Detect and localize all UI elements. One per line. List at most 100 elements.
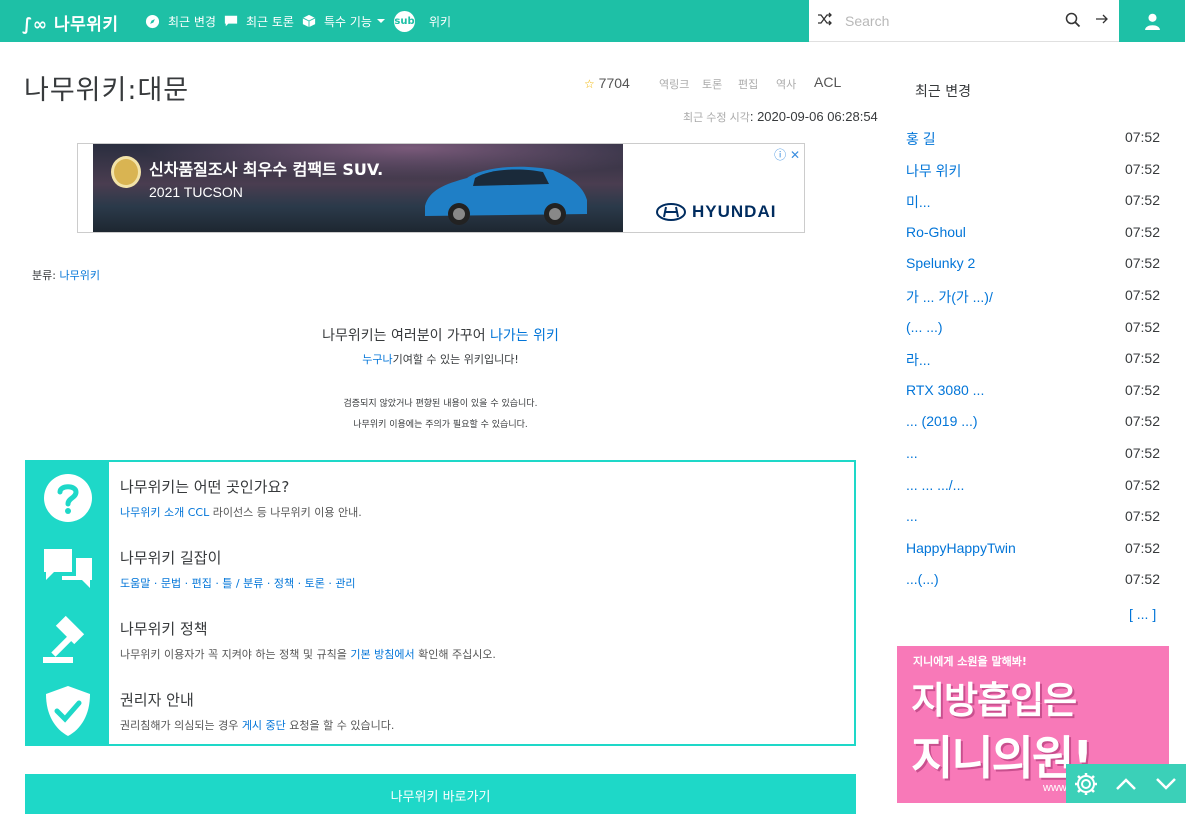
star-count: 7704 [598, 75, 630, 91]
recent-change-link[interactable]: ... ... .../... [906, 477, 964, 493]
comment-icon [224, 15, 238, 27]
recent-change-link[interactable]: Ro-Ghoul [906, 224, 966, 240]
recent-change-link[interactable]: 홍 길 [906, 129, 936, 149]
ccl-link[interactable]: CCL [188, 506, 210, 519]
recent-change-link[interactable]: RTX 3080 ... [906, 382, 984, 398]
recent-change-item: ... (2019 ...) 07:52 [906, 411, 1160, 443]
recent-change-time: 07:52 [1124, 192, 1160, 209]
ad-close-icon[interactable]: ⓘ ✕ [774, 146, 800, 163]
arrow-right-icon[interactable] [1095, 12, 1109, 26]
info-desc-policy: 나무위키 이용자가 꼭 지켜야 하는 정책 및 규칙을 기본 방침에서 확인해 … [120, 648, 496, 661]
notice-line-1: 검증되지 않았거나 편향된 내용이 있을 수 있습니다. [343, 399, 538, 409]
side-ad-headline-2: 지니의원! [911, 731, 1093, 785]
hyundai-logo-icon [656, 203, 686, 221]
recent-change-time: 07:52 [1124, 413, 1160, 430]
recent-change-item: RTX 3080 ... 07:52 [906, 380, 1160, 412]
recent-change-item: 나무 위키 07:52 [906, 159, 1160, 191]
info-title-guide: 나무위키 길잡이 [120, 549, 222, 567]
acl-button[interactable]: ACL [814, 74, 841, 90]
floating-controls [1066, 764, 1186, 803]
info-title-rights: 권리자 안내 [120, 691, 194, 709]
caret-down-icon [376, 19, 385, 23]
history-button[interactable]: 역사 [776, 76, 796, 92]
recent-change-time: 07:52 [1124, 160, 1160, 177]
recent-change-link[interactable]: HappyHappyTwin [906, 540, 1016, 556]
recent-change-time: 07:52 [1124, 508, 1160, 525]
last-modified-value: 2020-09-06 06:28:54 [757, 109, 878, 124]
ad-brand: HYUNDAI [656, 202, 776, 222]
subwiki-logo-icon: sub [394, 10, 415, 32]
recent-change-link[interactable]: ...(...) [906, 571, 939, 587]
last-modified-label: 최근 수정 시각 [683, 112, 750, 124]
search-icon[interactable] [1065, 12, 1081, 28]
search-input[interactable] [845, 9, 1055, 33]
recent-change-link[interactable]: 나무 위키 [906, 161, 961, 181]
recent-change-item: Spelunky 2 07:52 [906, 253, 1160, 285]
recent-change-item: 가 ... 가(가 ...)/ 07:52 [906, 285, 1160, 317]
recent-change-link[interactable]: ... (2019 ...) [906, 413, 978, 429]
scroll-bottom-button[interactable] [1146, 764, 1186, 803]
takedown-link[interactable]: 게시 중단 [242, 719, 286, 732]
more-link[interactable]: [ ... ] [1129, 606, 1156, 622]
recent-change-item: ...(...) 07:52 [906, 569, 1160, 601]
shield-check-icon [46, 685, 90, 736]
backlinks-button[interactable]: 역링크 [659, 76, 689, 92]
recent-changes-list: 홍 길 07:52 나무 위키 07:52 미... 07:52 Ro-Ghoul 07:52… [906, 127, 1160, 601]
award-medal-icon [111, 156, 141, 188]
discuss-button[interactable]: 토론 [702, 76, 722, 92]
info-desc-rights: 권리침해가 의심되는 경우 게시 중단 요청을 할 수 있습니다. [120, 719, 395, 732]
nav-recent-discuss-label: 최근 토론 [246, 14, 294, 29]
nav-recent-changes-label: 최근 변경 [168, 14, 216, 29]
site-logo[interactable]: ∫∞ 나무위키 [22, 10, 119, 35]
star-button[interactable]: ☆ 7704 [584, 75, 630, 91]
notice-title: 나무위키는 여러분이 가꾸어 나가는 위키 [322, 328, 559, 344]
recent-change-time: 07:52 [1124, 571, 1160, 588]
nav-recent-discuss[interactable]: 최근 토론 [224, 0, 294, 42]
recent-change-link[interactable]: ... [906, 445, 918, 461]
info-title-policy: 나무위키 정책 [120, 620, 208, 638]
last-modified: 최근 수정 시각: 2020-09-06 06:28:54 [683, 109, 878, 124]
recent-change-link[interactable]: (... ...) [906, 319, 943, 335]
nav-subwiki-label: 위키 [429, 14, 452, 29]
nav-subwiki[interactable]: sub 위키 [394, 0, 451, 42]
recent-change-link[interactable]: 미... [906, 192, 931, 212]
edit-button[interactable]: 편집 [738, 76, 758, 92]
recent-change-link[interactable]: Spelunky 2 [906, 255, 975, 271]
recent-change-link[interactable]: 라... [906, 350, 931, 370]
recent-change-link[interactable]: 가 ... 가(가 ...)/ [906, 287, 993, 307]
search-bar [809, 0, 1119, 42]
ad-image: 신차품질조사 최우수 컴팩트 SUV. 2021 TUCSON [93, 144, 623, 232]
gear-icon [1075, 772, 1097, 795]
notice-title-link[interactable]: 나가는 위키 [490, 328, 559, 344]
shuffle-icon[interactable] [817, 12, 833, 26]
notice-sub-link[interactable]: 누구나 [362, 353, 392, 366]
car-image [425, 166, 587, 225]
recent-change-item: ... 07:52 [906, 443, 1160, 475]
recent-change-item: HappyHappyTwin 07:52 [906, 538, 1160, 570]
recent-change-time: 07:52 [1124, 381, 1160, 398]
nav-special-functions-label: 특수 기능 [324, 14, 372, 29]
ad-banner[interactable]: 신차품질조사 최우수 컴팩트 SUV. 2021 TUCSON HYUNDAI … [77, 143, 805, 233]
chat-icon [44, 548, 92, 588]
recent-change-time: 07:52 [1124, 129, 1160, 145]
go-to-namuwiki-button[interactable]: 나무위키 바로가기 [25, 774, 856, 814]
notice-line-2: 나무위키 이용에는 주의가 필요할 수 있습니다. [353, 420, 528, 430]
nav-recent-changes[interactable]: 최근 변경 [145, 0, 216, 42]
recent-change-link[interactable]: ... [906, 508, 918, 524]
star-icon: ☆ [584, 77, 595, 91]
nav-special-functions[interactable]: 특수 기능 [302, 0, 386, 42]
info-row-about: 나무위키는 어떤 곳인가요? 나무위키 소개 CCL 라이선스 등 나무위키 이… [27, 462, 854, 533]
recent-change-item: ... 07:52 [906, 506, 1160, 538]
question-icon [44, 473, 92, 522]
recent-change-item: ... ... .../... 07:52 [906, 475, 1160, 507]
policy-link[interactable]: 기본 방침에서 [350, 648, 414, 661]
user-menu-button[interactable] [1119, 0, 1185, 42]
chevron-up-icon [1116, 777, 1136, 790]
settings-button[interactable] [1066, 764, 1106, 803]
scroll-top-button[interactable] [1106, 764, 1146, 803]
recent-change-item: (... ...) 07:52 [906, 317, 1160, 349]
recent-change-item: 라... 07:52 [906, 348, 1160, 380]
info-title-about: 나무위키는 어떤 곳인가요? [120, 478, 290, 496]
category-link[interactable]: 나무위키 [59, 269, 99, 282]
ad-headline: 신차품질조사 최우수 컴팩트 SUV. [149, 160, 384, 179]
